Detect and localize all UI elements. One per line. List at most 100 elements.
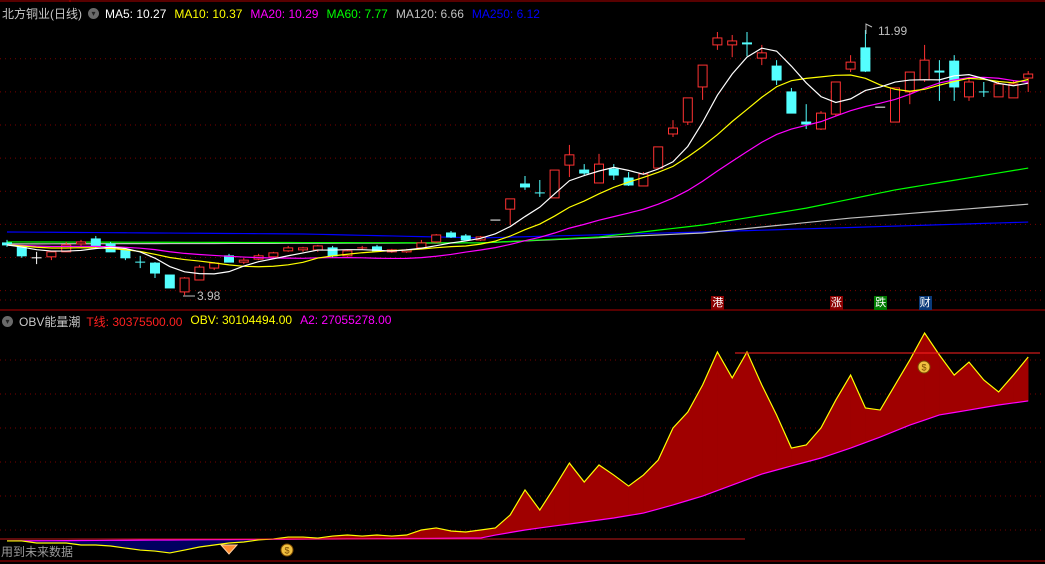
candle[interactable] — [579, 164, 590, 176]
candle-body — [993, 83, 1004, 98]
short-moving-averages — [6, 47, 1029, 275]
candle-body — [771, 65, 782, 81]
event-tag[interactable]: 涨 — [829, 296, 843, 310]
diamond-icon — [219, 544, 239, 555]
candle[interactable] — [623, 172, 634, 186]
ma-legend-item: MA5: 10.27 — [105, 6, 167, 21]
candle[interactable] — [135, 255, 146, 269]
obv-fill-segment — [139, 539, 156, 552]
candle[interactable] — [771, 60, 782, 85]
candle-body — [520, 183, 530, 188]
candle[interactable] — [76, 239, 86, 246]
candle[interactable] — [31, 251, 42, 265]
candle[interactable] — [949, 55, 960, 101]
candle-body — [949, 60, 960, 88]
candle[interactable] — [653, 146, 664, 169]
candle[interactable] — [505, 198, 516, 226]
obv-fill-segment — [554, 462, 570, 527]
dropdown-icon[interactable]: ▾ — [2, 316, 13, 327]
candle[interactable] — [682, 97, 693, 126]
candlesticks[interactable] — [2, 30, 1034, 296]
candle-body — [727, 40, 738, 46]
event-tag[interactable]: 港 — [711, 296, 725, 310]
candle-body — [697, 64, 708, 88]
ma-legend-item: MA20: 10.29 — [250, 6, 319, 21]
candle[interactable] — [890, 87, 900, 123]
candle-body — [653, 146, 664, 169]
candle-body — [890, 87, 900, 123]
obv-fill-segment — [613, 474, 629, 519]
dollar-sign: $ — [921, 363, 926, 373]
ma-legend-item: MA10: 10.37 — [174, 6, 243, 21]
candle[interactable] — [179, 277, 190, 296]
candle[interactable] — [978, 81, 989, 97]
candle-body — [150, 262, 160, 274]
candle-body — [712, 37, 723, 46]
candle[interactable] — [934, 60, 945, 101]
candle[interactable] — [904, 71, 915, 105]
candle[interactable] — [268, 251, 279, 258]
candle-body — [268, 252, 279, 258]
obv-fill-segment — [879, 384, 896, 438]
candle-body — [312, 245, 323, 251]
candle[interactable] — [830, 81, 841, 117]
obv-fill-segment — [939, 354, 955, 416]
candle-body — [668, 127, 678, 135]
candle[interactable] — [298, 246, 308, 252]
stock-title: 北方铜业(日线) — [2, 7, 82, 21]
obv-fill-segment — [1013, 356, 1029, 404]
diamond-shape — [219, 544, 239, 555]
candle[interactable] — [712, 31, 723, 50]
candle-body — [238, 259, 249, 263]
candle[interactable] — [964, 78, 974, 101]
candle[interactable] — [608, 164, 619, 180]
obv-fill-segment — [731, 350, 748, 486]
dollar-sign: $ — [284, 546, 289, 556]
candle[interactable] — [786, 87, 797, 114]
obv-fill-segment — [820, 399, 837, 459]
candle-body — [964, 81, 974, 98]
candle[interactable] — [164, 274, 175, 289]
candle-body — [786, 91, 797, 114]
event-tag[interactable]: 跌 — [874, 296, 888, 310]
candle-body — [431, 234, 442, 243]
candle[interactable] — [919, 44, 930, 82]
candle[interactable] — [742, 31, 752, 57]
dropdown-icon[interactable]: ▾ — [88, 8, 99, 19]
obv-fill-segment — [717, 350, 733, 491]
stock-chart[interactable]: $$ — [0, 0, 1045, 564]
candle[interactable] — [150, 262, 160, 279]
obv-fill-segment — [968, 361, 985, 411]
obv-fill-segment — [702, 351, 718, 497]
candle[interactable] — [727, 34, 738, 58]
money-bag-icon: $ — [917, 360, 931, 374]
candle[interactable] — [224, 253, 234, 263]
candle-body — [934, 70, 945, 73]
candle[interactable] — [697, 64, 708, 100]
candle[interactable] — [120, 249, 131, 261]
obv-panel[interactable] — [0, 331, 1040, 554]
candle-body — [845, 61, 856, 70]
candle[interactable] — [446, 230, 456, 238]
candle[interactable] — [860, 30, 871, 73]
event-tag[interactable]: 财 — [918, 296, 932, 310]
obv-fill-segment — [850, 374, 866, 449]
candle[interactable] — [668, 120, 678, 137]
candle[interactable] — [283, 245, 294, 252]
ma-legend-item: MA60: 7.77 — [326, 6, 388, 21]
ma-legend-item: MA250: 6.12 — [471, 6, 540, 21]
candle[interactable] — [460, 233, 471, 241]
ma-legend-item: MA120: 6.66 — [395, 6, 464, 21]
candle[interactable] — [194, 265, 205, 281]
candle[interactable] — [238, 257, 249, 265]
candle[interactable] — [534, 180, 545, 197]
candle-body — [608, 168, 619, 176]
candle[interactable] — [520, 176, 530, 190]
obv-fill-segment — [761, 384, 777, 475]
candle[interactable] — [46, 251, 57, 261]
candle[interactable] — [564, 144, 575, 178]
candle[interactable] — [431, 233, 442, 243]
candle[interactable] — [845, 55, 856, 73]
indicator-legend-item: A2: 27055278.00 — [300, 313, 392, 327]
indicator-name[interactable]: OBV能量潮 — [19, 313, 80, 330]
